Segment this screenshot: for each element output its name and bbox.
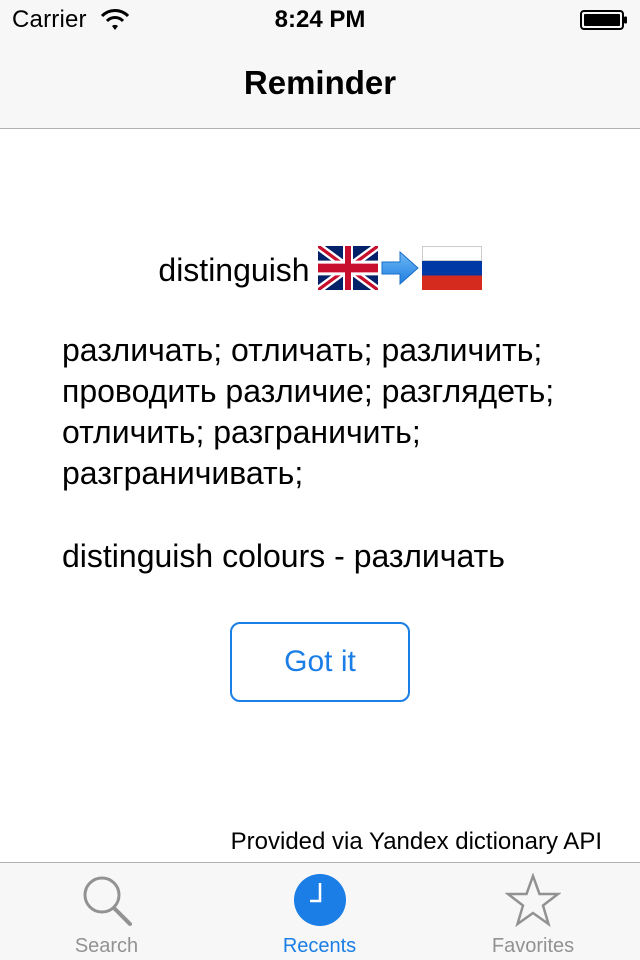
clock-icon <box>293 874 346 926</box>
tab-recents[interactable]: Recents <box>213 863 426 960</box>
status-time: 8:24 PM <box>274 6 366 33</box>
tab-search-label: Search <box>74 935 139 957</box>
tab-search[interactable]: Search <box>0 863 213 960</box>
tab-bar: Search Recents Favorites <box>0 862 640 960</box>
tab-recents-label: Recents <box>282 935 357 957</box>
status-bar: Carrier 8:24 PM <box>0 0 640 40</box>
usage-example: distinguish colours - различать <box>62 538 505 574</box>
got-it-button[interactable]: Got it <box>230 622 410 702</box>
navigation-bar: Reminder <box>0 40 640 129</box>
page-title: Reminder <box>243 64 397 101</box>
reminder-screen: Carrier 8:24 PM Reminder distinguish раз… <box>0 0 640 960</box>
tab-favorites-label: Favorites <box>491 935 575 957</box>
word-header: distinguish <box>0 232 640 290</box>
star-icon <box>505 873 561 928</box>
russia-flag-icon <box>421 246 482 290</box>
provider-attribution: Provided via Yandex dictionary API <box>230 828 602 855</box>
source-word: distinguish <box>158 252 310 288</box>
arrow-right-icon <box>381 250 419 286</box>
battery-icon <box>580 10 627 30</box>
translations-text: различать; отличать; различить; проводит… <box>62 332 555 491</box>
uk-flag-icon <box>317 246 378 290</box>
search-icon <box>83 876 132 926</box>
tab-favorites[interactable]: Favorites <box>426 863 640 960</box>
